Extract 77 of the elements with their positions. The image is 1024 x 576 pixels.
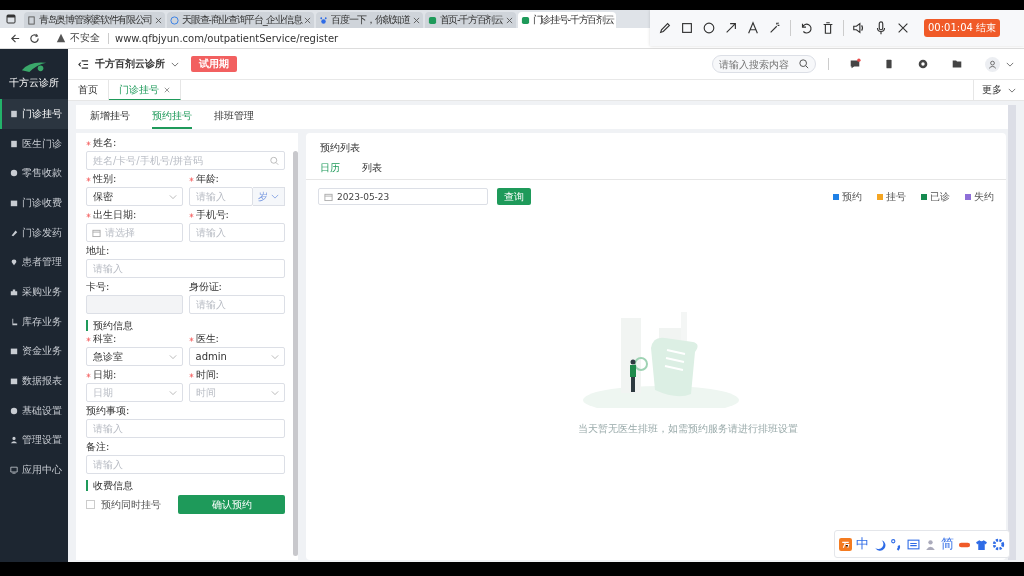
sidebar-item[interactable]: 基础设置 [0,395,68,426]
input-field[interactable]: 请输入 [188,223,285,242]
field-label: 预约事项: [86,405,130,417]
section-title: 收费信息 [86,480,285,491]
confirm-button[interactable]: 确认预约 [178,495,285,514]
checkbox[interactable]: 预约同时挂号 [86,497,161,512]
legend-label: 挂号 [886,189,906,204]
logo-caption: 千方云诊所 [9,75,59,90]
view-tab[interactable]: 日历 [320,161,340,175]
tab-title: 门诊挂号-千方百剂云 [532,13,614,27]
sidebar-item[interactable]: 数据报表 [0,366,68,396]
url-field[interactable]: www.qfbjyun.com/outpatientService/register [108,32,339,44]
sidebar-item[interactable]: 门诊挂号 [0,99,68,129]
section-title: 预约信息 [86,320,285,331]
tab-title: 天眼查-商业查询平台_企业信息 [182,13,302,27]
trial-badge: 试用期 [191,56,237,72]
field-label: 性别: [93,173,117,185]
field-label: 时间: [195,369,219,381]
date-field[interactable]: 2023-05-23 [318,188,488,205]
field-label: 科室: [93,333,117,345]
script-toggle[interactable]: 简 [941,535,954,553]
tab-title: 青岛奥博管家婆软件有限公司 [39,13,153,27]
sub-tab[interactable]: 预约挂号 [152,105,192,129]
search-field[interactable]: 姓名/卡号/手机号/拼音码 [86,151,285,170]
tab-title: 百度一下，你就知道 [331,13,410,27]
sidebar-item[interactable]: 管理设置 [0,425,68,456]
date-field[interactable]: 请选择 [86,223,183,242]
legend-label: 已诊 [930,189,950,204]
input-field[interactable]: 请输入 [188,187,253,206]
sidebar-item[interactable]: 应用中心 [0,455,68,485]
browser-tab[interactable]: 天眼查-商业查询平台_企业信息 [167,12,315,28]
select-field[interactable]: admin [188,347,285,366]
field-label: 出生日期: [93,209,137,221]
browser-tab[interactable]: 青岛奥博管家婆软件有限公司 [24,12,166,28]
field-label: 姓名: [93,137,117,149]
clinic-selector[interactable]: 千方百剂云诊所 [95,57,165,71]
field-label: 卡号: [86,281,110,293]
field-label: 年龄: [195,173,219,185]
sidebar-item[interactable]: 门诊收费 [0,188,68,218]
field-label: 地址: [86,245,110,257]
more-menu[interactable]: 更多 [973,80,1024,100]
select-field[interactable]: 时间 [188,383,285,402]
panel-title: 预约列表 [320,141,361,155]
field-label: 日期: [93,369,117,381]
browser-tab[interactable]: 百度一下，你就知道 [316,12,423,28]
tab-title: 首页-千方百剂云 [439,13,503,27]
sidebar-item[interactable]: 零售收款 [0,158,68,189]
sidebar-item[interactable]: 医生门诊 [0,128,68,159]
sidebar-item[interactable]: 资金业务 [0,336,68,367]
field-label: 医生: [195,333,219,345]
legend-label: 预约 [842,189,862,204]
select-field[interactable]: 保密 [86,187,183,206]
field-label: 备注: [86,441,110,453]
search-field[interactable]: 请输入搜索内容 [712,55,816,73]
field-label: 手机号: [195,209,229,221]
select-field[interactable]: 急诊室 [86,347,183,366]
browser-tab[interactable]: 首页-千方百剂云 [424,12,516,28]
legend-label: 失约 [974,189,994,204]
page-tab[interactable]: 门诊挂号 [109,80,181,100]
browser-tab[interactable]: 门诊挂号-千方百剂云 [517,12,617,28]
checkbox-label[interactable]: 预约同时挂号 [101,497,161,512]
input-field[interactable]: 请输入 [86,419,285,438]
sub-tab[interactable]: 新增挂号 [90,105,130,129]
security-label[interactable]: 不安全 [70,31,100,45]
sub-tab[interactable]: 排班管理 [214,105,254,129]
sidebar-item[interactable]: 患者管理 [0,247,68,278]
sidebar-item[interactable]: 库存业务 [0,306,68,337]
sidebar-item[interactable]: 采购业务 [0,277,68,307]
query-button[interactable]: 查询 [497,188,531,205]
input-field[interactable]: 请输入 [86,455,285,474]
field-label: 身份证: [188,281,222,293]
view-tab[interactable]: 列表 [362,161,382,175]
empty-message: 当天暂无医生排班，如需预约服务请进行排班设置 [578,422,798,436]
sidebar-item[interactable]: 门诊发药 [0,217,68,248]
input-field[interactable]: 请输入 [86,259,285,278]
input-mode-toggle[interactable]: 中 [856,535,869,553]
input-field[interactable]: 请输入 [188,295,285,314]
